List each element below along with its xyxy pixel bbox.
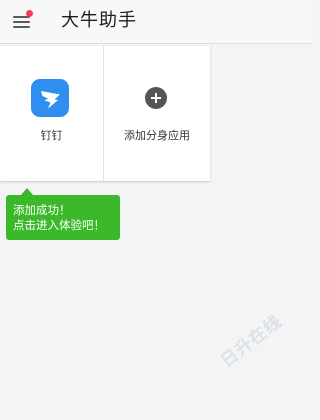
watermark: 日升在线: [217, 311, 287, 372]
app-bar: 大牛助手: [0, 0, 312, 44]
screen: 大牛助手 钉钉 添加分身应用 添加成功！ 点击进入体验吧！ 日升在线: [0, 0, 312, 420]
app-tile-dingtalk[interactable]: 钉钉: [0, 46, 103, 181]
add-clone-app-label: 添加分身应用: [124, 129, 190, 142]
app-label-dingtalk: 钉钉: [40, 129, 63, 142]
hamburger-menu-icon-bar: [13, 26, 30, 28]
hamburger-menu-icon-bar: [13, 21, 30, 23]
dingtalk-icon: [31, 79, 69, 117]
tooltip-line-1: 添加成功！: [13, 203, 71, 217]
menu-button[interactable]: [10, 10, 36, 34]
notification-dot: [26, 10, 33, 17]
tooltip-line-2: 点击进入体验吧！: [13, 218, 105, 232]
app-title: 大牛助手: [61, 10, 137, 31]
add-circle-icon: [145, 87, 167, 109]
add-clone-app-tile[interactable]: 添加分身应用: [104, 46, 210, 181]
success-tooltip[interactable]: 添加成功！ 点击进入体验吧！: [6, 195, 120, 240]
tooltip-arrow: [21, 188, 33, 195]
app-grid: 钉钉 添加分身应用: [0, 46, 210, 181]
